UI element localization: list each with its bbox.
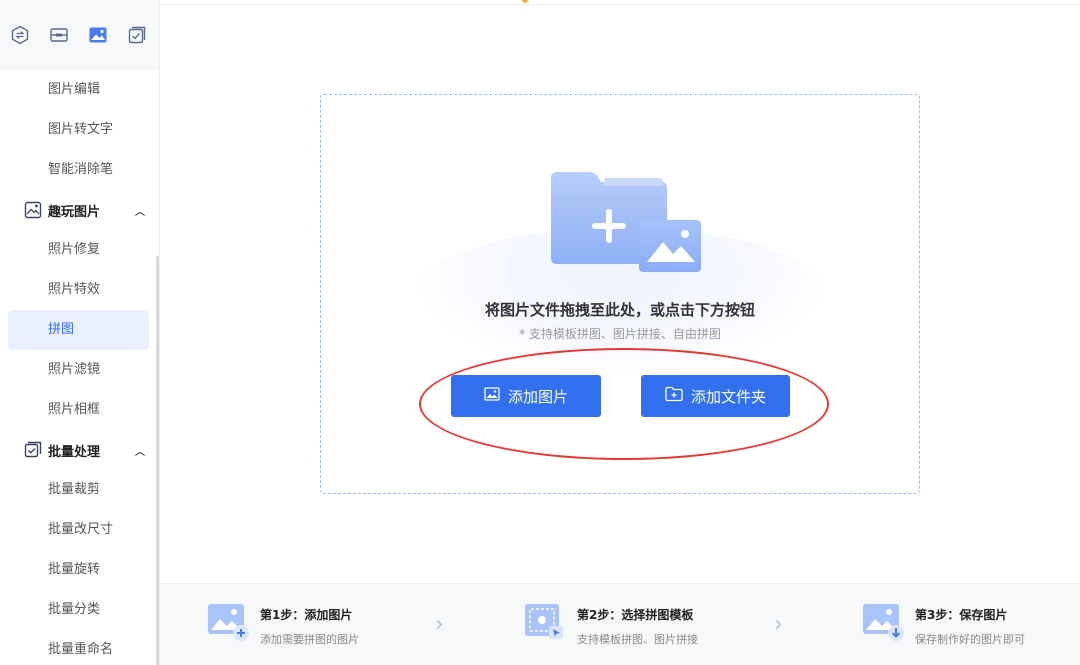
sidebar-item-batch-resize[interactable]: 批量改尺寸: [0, 510, 159, 550]
sidebar: 图片编辑 图片转文字 智能消除笔 趣玩图片 ︿ 照片修复 照片特效 拼图 照片滤…: [0, 0, 160, 665]
step-description: 添加需要拼图的图片: [260, 633, 359, 646]
step-title: 第3步：保存图片: [915, 608, 1008, 622]
template-step-icon: [525, 602, 567, 642]
top-divider: [160, 0, 1080, 5]
sidebar-group-batch[interactable]: 批量处理 ︿: [0, 430, 159, 470]
sidebar-item-photo-repair[interactable]: 照片修复: [0, 230, 159, 270]
drop-zone-title: 将图片文件拖拽至此处，或点击下方按钮: [484, 301, 755, 319]
image-icon: [484, 386, 500, 406]
sidebar-scrollbar[interactable]: [156, 256, 159, 665]
convert-icon[interactable]: [10, 25, 30, 45]
sidebar-item-photo-effects[interactable]: 照片特效: [0, 270, 159, 310]
checklist-icon[interactable]: [127, 25, 147, 45]
file-drop-zone[interactable]: 将图片文件拖拽至此处，或点击下方按钮 * 支持模板拼图、图片拼接、自由拼图 添加…: [320, 94, 920, 494]
step-title: 第2步：选择拼图模板: [577, 608, 694, 622]
chevron-right-icon: ›: [774, 612, 783, 637]
sidebar-item-collage[interactable]: 拼图: [8, 310, 149, 350]
save-image-step-icon: [863, 602, 905, 642]
chevron-right-icon: ›: [435, 612, 444, 637]
batch-check-icon: [24, 441, 42, 459]
folder-add-image-illustration: [545, 170, 705, 280]
sidebar-item-batch-rotate[interactable]: 批量旋转: [0, 550, 159, 590]
notification-dot: [522, 0, 528, 3]
step-item: 第3步：保存图片 保存制作好的图片即可: [863, 602, 1025, 647]
sidebar-item-smart-eraser[interactable]: 智能消除笔: [0, 150, 159, 190]
app-window: 图片编辑 图片转文字 智能消除笔 趣玩图片 ︿ 照片修复 照片特效 拼图 照片滤…: [0, 0, 1080, 665]
sidebar-item-image-edit[interactable]: 图片编辑: [0, 70, 159, 110]
sidebar-group-label: 趣玩图片: [48, 204, 101, 220]
folder-plus-icon: [665, 386, 683, 406]
sidebar-group-label: 批量处理: [48, 444, 101, 460]
sidebar-menu: 图片编辑 图片转文字 智能消除笔 趣玩图片 ︿ 照片修复 照片特效 拼图 照片滤…: [0, 70, 159, 665]
chevron-up-icon[interactable]: ︿: [135, 203, 145, 218]
sidebar-item-batch-crop[interactable]: 批量裁剪: [0, 470, 159, 510]
sidebar-item-image-to-text[interactable]: 图片转文字: [0, 110, 159, 150]
step-item: 第1步：添加图片 添加需要拼图的图片: [208, 602, 359, 647]
step-item: 第2步：选择拼图模板 支持模板拼图、图片拼接: [525, 602, 698, 647]
add-folder-label: 添加文件夹: [690, 387, 766, 406]
chevron-up-icon[interactable]: ︿: [135, 443, 145, 458]
drop-zone-subtitle: * 支持模板拼图、图片拼接、自由拼图: [519, 327, 721, 341]
sidebar-group-fun-images[interactable]: 趣玩图片 ︿: [0, 190, 159, 230]
add-image-button[interactable]: 添加图片: [451, 375, 601, 417]
add-folder-button[interactable]: 添加文件夹: [641, 375, 790, 417]
step-description: 保存制作好的图片即可: [915, 633, 1025, 646]
sidebar-item-photo-frame[interactable]: 照片相框: [0, 390, 159, 430]
image-icon[interactable]: [88, 25, 108, 45]
sidebar-icon-row: [0, 0, 159, 70]
sidebar-item-batch-classify[interactable]: 批量分类: [0, 590, 159, 630]
add-image-step-icon: [208, 602, 250, 642]
layout-icon[interactable]: [49, 25, 69, 45]
fun-image-icon: [24, 201, 42, 219]
sidebar-item-photo-filter[interactable]: 照片滤镜: [0, 350, 159, 390]
step-title: 第1步：添加图片: [260, 608, 353, 622]
steps-guide: 第1步：添加图片 添加需要拼图的图片 › 第2步：选择拼图模板 支持模板拼图、图…: [160, 583, 1080, 665]
step-description: 支持模板拼图、图片拼接: [577, 633, 698, 646]
sidebar-item-batch-rename[interactable]: 批量重命名: [0, 630, 159, 665]
add-image-label: 添加图片: [507, 387, 568, 406]
